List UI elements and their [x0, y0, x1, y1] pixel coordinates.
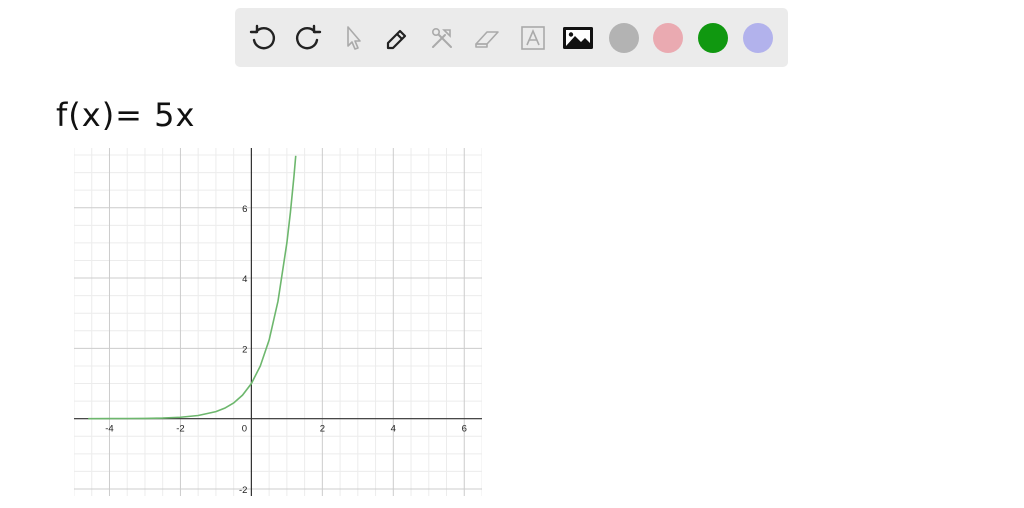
redo-button[interactable]: [291, 21, 325, 55]
pointer-button[interactable]: [336, 21, 370, 55]
tools-button[interactable]: [425, 21, 459, 55]
eraser-button[interactable]: [470, 21, 504, 55]
x-tick-label: -4: [105, 424, 113, 435]
y-tick-label: 4: [242, 274, 247, 285]
color-swatch-gray[interactable]: [609, 23, 639, 53]
grid-minor: [74, 148, 482, 496]
function-curve: [88, 155, 297, 420]
color-swatch-lavender[interactable]: [743, 23, 773, 53]
x-tick-label: 4: [391, 424, 396, 435]
x-tick-label: 2: [320, 424, 325, 435]
pen-icon: [386, 29, 407, 50]
undo-button[interactable]: [246, 21, 280, 55]
image-icon: [563, 27, 593, 49]
pointer-icon: [347, 26, 361, 50]
text-button[interactable]: [516, 21, 550, 55]
x-tick-label: 6: [462, 424, 467, 435]
text-icon: [521, 26, 545, 50]
function-graph: -4 -2 0 2 4 6 -2 2 4 6: [74, 148, 482, 496]
color-swatch-green[interactable]: [698, 23, 728, 53]
redo-icon: [296, 24, 322, 50]
grid-major: [74, 148, 482, 496]
drawing-toolbar: [235, 8, 788, 67]
y-tick-label: -2: [239, 485, 247, 496]
eraser-icon: [475, 31, 499, 48]
handwritten-equation-text: f(x)= 5x: [56, 96, 196, 134]
x-tick-label: -2: [176, 424, 184, 435]
color-swatch-pink[interactable]: [653, 23, 683, 53]
x-tick-label: 0: [242, 424, 247, 435]
axes: [74, 148, 482, 496]
tools-icon: [432, 28, 452, 48]
undo-icon: [249, 24, 275, 50]
y-tick-label: 2: [242, 344, 247, 355]
handwritten-equation: f(x)= 5x: [56, 92, 236, 138]
pen-button[interactable]: [380, 21, 414, 55]
image-button[interactable]: [561, 21, 595, 55]
y-tick-label: 6: [242, 204, 247, 215]
